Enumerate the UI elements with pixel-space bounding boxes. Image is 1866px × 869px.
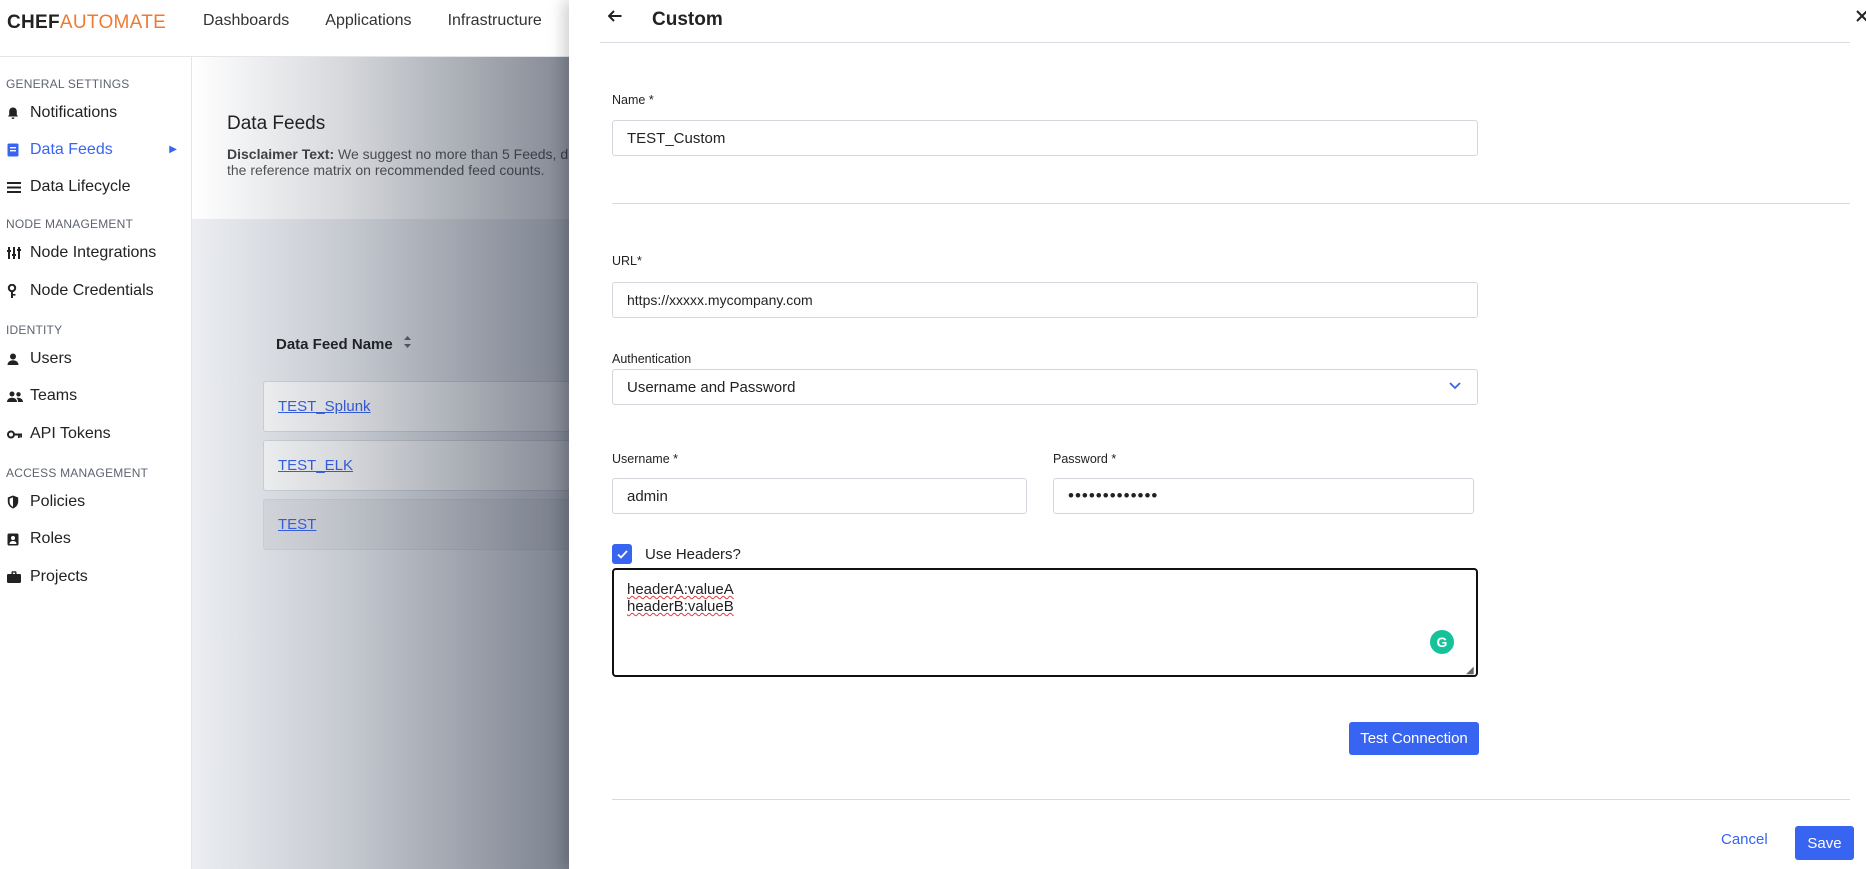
feed-link-test[interactable]: TEST: [278, 516, 316, 533]
chevron-down-icon: [1449, 379, 1461, 393]
close-icon[interactable]: [1856, 6, 1866, 27]
save-button[interactable]: Save: [1795, 826, 1854, 860]
sort-icon[interactable]: [403, 335, 412, 353]
settings-sidebar: GENERAL SETTINGS Notifications Data Feed…: [0, 57, 192, 869]
chef-automate-logo[interactable]: CHEFAUTOMATE: [7, 12, 166, 34]
sidebar-item-label: Teams: [30, 387, 78, 404]
nav-link-dashboards[interactable]: Dashboards: [203, 12, 289, 30]
sidebar-item-label: Notifications: [30, 104, 118, 121]
disclaimer-text: Disclaimer Text: We suggest no more than…: [227, 146, 627, 178]
headers-textarea[interactable]: headerA:valueA headerB:valueB: [612, 568, 1478, 677]
sliders-icon: [0, 247, 30, 259]
header-line-2: headerB:valueB: [627, 598, 734, 615]
nav-link-applications[interactable]: Applications: [325, 12, 411, 30]
logo-chef-text: CHEF: [7, 12, 60, 33]
caret-right-icon: ▶: [169, 144, 177, 155]
use-headers-checkbox[interactable]: [612, 544, 632, 564]
sidebar-item-data-lifecycle[interactable]: Data Lifecycle: [0, 174, 191, 200]
column-header-data-feed-name[interactable]: Data Feed Name: [276, 335, 412, 353]
sidebar-item-label: API Tokens: [30, 425, 111, 442]
url-input[interactable]: https://xxxxx.mycompany.com: [612, 282, 1478, 318]
sidebar-item-label: Node Integrations: [30, 244, 157, 261]
authentication-selected-value: Username and Password: [627, 378, 796, 396]
top-nav-links: Dashboards Applications Infrastructure: [203, 12, 578, 30]
sidebar-item-policies[interactable]: Policies: [0, 489, 191, 515]
section-divider: [612, 203, 1850, 204]
sidebar-item-label: Data Lifecycle: [30, 178, 131, 195]
username-label: Username *: [612, 452, 678, 466]
sidebar-item-data-feeds[interactable]: Data Feeds ▶: [0, 137, 191, 163]
sidebar-item-projects[interactable]: Projects: [0, 564, 191, 590]
nav-link-infrastructure[interactable]: Infrastructure: [448, 12, 542, 30]
disclaimer-body-2: the reference matrix on recommended feed…: [227, 162, 545, 178]
sidebar-item-node-integrations[interactable]: Node Integrations: [0, 240, 191, 266]
sidebar-item-node-credentials[interactable]: Node Credentials: [0, 278, 191, 304]
authentication-select[interactable]: Username and Password: [612, 369, 1478, 405]
id-badge-icon: [0, 533, 30, 546]
sidebar-item-api-tokens[interactable]: API Tokens: [0, 421, 191, 447]
header-line-1: headerA:valueA: [627, 581, 734, 598]
page-title: Data Feeds: [227, 113, 326, 134]
feed-link-test-splunk[interactable]: TEST_Splunk: [278, 398, 371, 415]
use-headers-label[interactable]: Use Headers?: [645, 546, 741, 563]
section-label-access-management: ACCESS MANAGEMENT: [6, 466, 149, 480]
sidebar-item-label: Policies: [30, 493, 86, 510]
user-icon: [0, 353, 30, 365]
team-icon: [0, 391, 30, 402]
shield-icon: [0, 495, 30, 509]
sidebar-item-roles[interactable]: Roles: [0, 526, 191, 552]
back-arrow-icon[interactable]: [607, 6, 622, 27]
section-label-general-settings: GENERAL SETTINGS: [6, 77, 130, 91]
sidebar-item-label: Data Feeds: [30, 141, 113, 158]
custom-feed-drawer: Custom Name * TEST_Custom URL* https://x…: [569, 0, 1866, 869]
disclaimer-label: Disclaimer Text:: [227, 146, 335, 162]
sidebar-item-label: Roles: [30, 530, 71, 547]
test-connection-button[interactable]: Test Connection: [1349, 722, 1479, 755]
key-icon: [0, 284, 30, 298]
sidebar-item-label: Users: [30, 350, 72, 367]
section-label-node-management: NODE MANAGEMENT: [6, 217, 134, 231]
sidebar-item-notifications[interactable]: Notifications: [0, 100, 191, 126]
section-label-identity: IDENTITY: [6, 323, 63, 337]
drawer-title: Custom: [652, 9, 723, 30]
cancel-button[interactable]: Cancel: [1721, 831, 1768, 848]
data-feed-icon: [0, 143, 30, 157]
disclaimer-body: We suggest no more than 5 Feeds, d: [334, 146, 569, 162]
column-header-label: Data Feed Name: [276, 335, 393, 353]
feed-link-test-elk[interactable]: TEST_ELK: [278, 457, 353, 474]
footer-divider: [612, 799, 1850, 800]
sidebar-item-label: Projects: [30, 568, 88, 585]
password-label: Password *: [1053, 452, 1117, 466]
list-icon: [0, 181, 30, 193]
sidebar-item-teams[interactable]: Teams: [0, 383, 191, 409]
url-label: URL*: [612, 254, 642, 268]
sidebar-item-label: Node Credentials: [30, 282, 154, 299]
briefcase-icon: [0, 571, 30, 583]
grammarly-icon[interactable]: G: [1430, 630, 1454, 654]
logo-automate-text: AUTOMATE: [59, 12, 167, 33]
authentication-label: Authentication: [612, 352, 692, 366]
token-key-icon: [0, 430, 30, 439]
bell-icon: [0, 107, 30, 120]
password-input[interactable]: •••••••••••••: [1053, 478, 1474, 514]
name-input[interactable]: TEST_Custom: [612, 120, 1478, 156]
username-input[interactable]: admin: [612, 478, 1027, 514]
resize-handle-icon[interactable]: ◢: [1466, 665, 1474, 676]
name-label: Name *: [612, 93, 654, 107]
sidebar-item-users[interactable]: Users: [0, 346, 191, 372]
drawer-header: Custom: [600, 0, 1866, 43]
